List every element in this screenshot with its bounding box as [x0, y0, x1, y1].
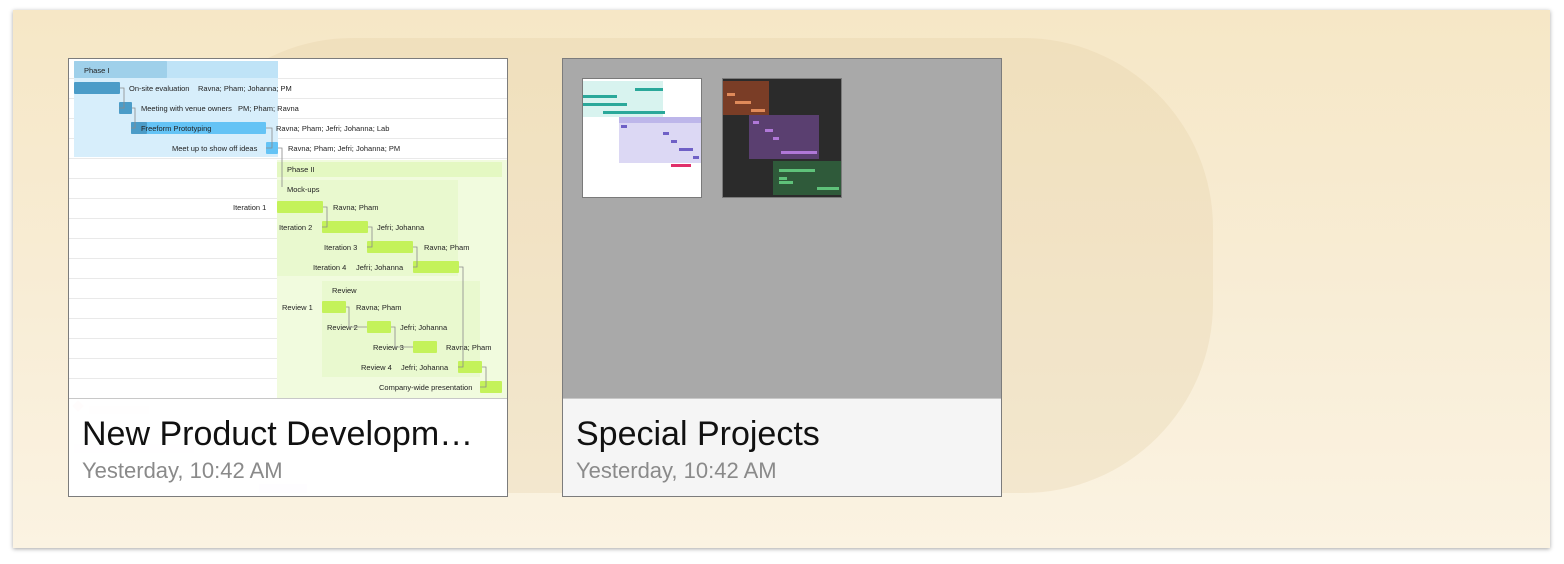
document-card-new-product-development[interactable]: Phase I On-site evaluation Ravna; Pham; … [68, 58, 508, 497]
gantt-preview: Phase I On-site evaluation Ravna; Pham; … [69, 59, 507, 493]
document-browser-panel: Phase I On-site evaluation Ravna; Pham; … [13, 10, 1550, 548]
document-modified-date: Yesterday, 10:42 AM [576, 458, 777, 483]
project-thumbnail-1[interactable] [582, 78, 702, 198]
document-card-footer: Special Projects Yesterday, 10:42 AM [563, 398, 1001, 496]
dependency-arrows [119, 87, 487, 388]
document-title: New Product Developm… [82, 415, 474, 453]
project-thumbnail-2[interactable] [722, 78, 842, 198]
document-modified-date: Yesterday, 10:42 AM [82, 458, 283, 483]
document-card-footer: New Product Developm… Yesterday, 10:42 A… [69, 398, 507, 496]
folder-preview-area [563, 59, 1001, 398]
document-title: Special Projects [576, 415, 820, 453]
document-card-special-projects[interactable]: Special Projects Yesterday, 10:42 AM [562, 58, 1002, 497]
